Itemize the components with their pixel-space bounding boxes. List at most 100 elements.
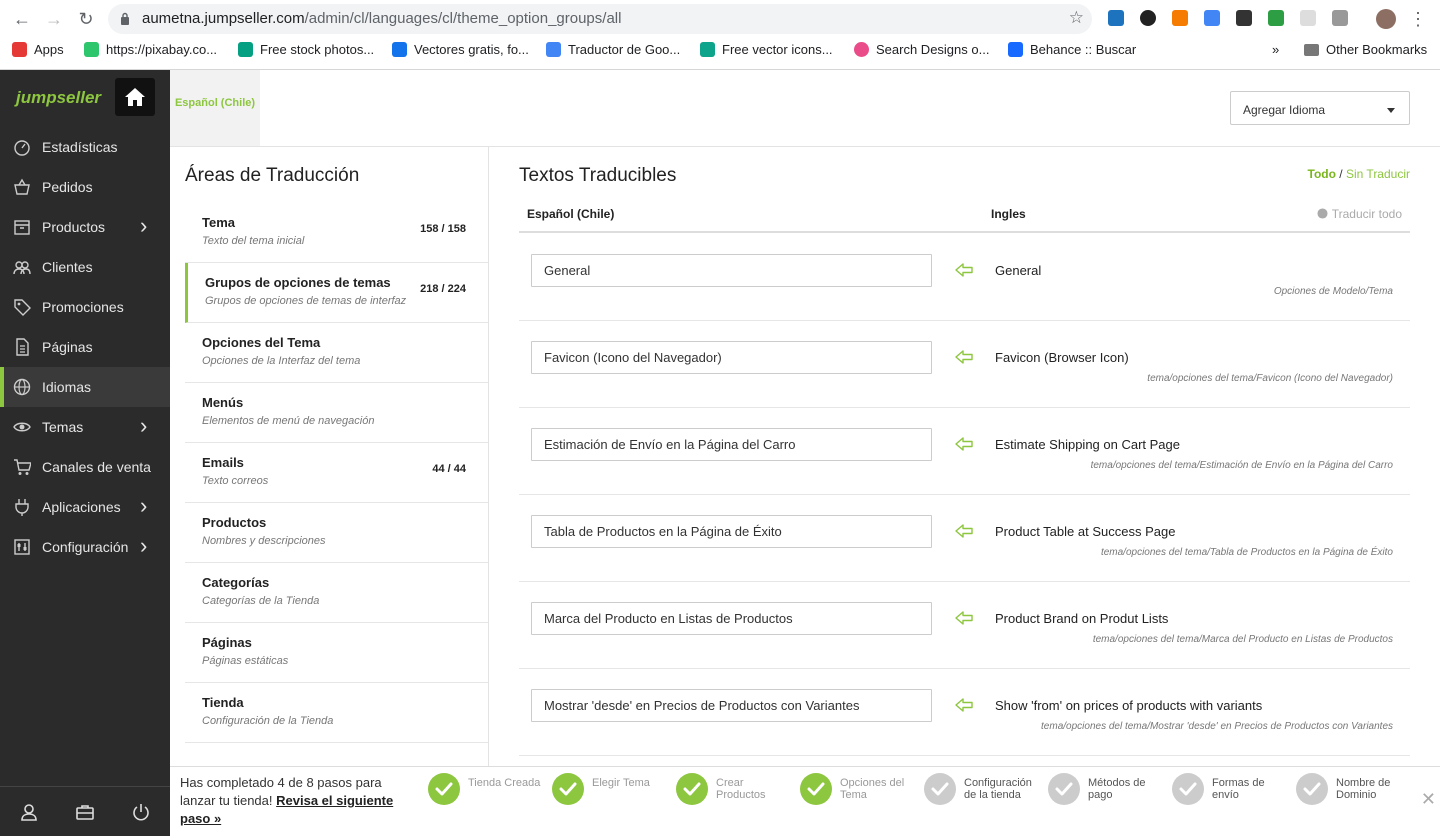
jumpseller-logo[interactable]: jumpseller (16, 88, 101, 108)
extension-plug-icon[interactable] (1332, 10, 1348, 26)
area-subtitle: Grupos de opciones de temas de interfaz (205, 295, 407, 307)
texts-filter: Todo / Sin Traducir (1308, 167, 1411, 181)
gauge-icon (14, 140, 30, 156)
check-icon (807, 782, 825, 796)
filter-untranslated-link[interactable]: Sin Traducir (1346, 167, 1410, 181)
bookmark-label: Free stock photos... (260, 42, 375, 57)
area-subtitle: Nombres y descripciones (202, 535, 326, 547)
bookmark-item[interactable]: https://pixabay.co... (84, 42, 217, 57)
extension-k-icon[interactable] (1140, 10, 1156, 26)
translation-area-item[interactable]: Categorías Categorías de la Tienda (185, 563, 488, 623)
translation-area-item[interactable]: Menús Elementos de menú de navegación (185, 383, 488, 443)
extension-chart-icon[interactable] (1172, 10, 1188, 26)
translation-area-item[interactable]: Tema Texto del tema inicial 158 / 158 (185, 203, 488, 263)
area-title: Emails (202, 455, 244, 470)
bookmark-item[interactable]: Apps (12, 42, 64, 57)
sidebar-item-label: Canales de venta (42, 459, 151, 475)
check-icon (1179, 782, 1197, 796)
power-icon[interactable] (131, 802, 151, 822)
text-source-path: tema/opciones del tema/Favicon (Icono de… (1147, 373, 1393, 384)
translation-areas-panel: Áreas de Traducción Tema Texto del tema i… (170, 146, 489, 766)
bookmark-item[interactable]: Free stock photos... (238, 42, 374, 57)
translation-area-item[interactable]: Opciones del Tema Opciones de la Interfaz… (185, 323, 488, 383)
translation-row: Favicon (Browser Icon) tema/opciones del … (519, 321, 1410, 408)
onboarding-step-label: Configuración de la tienda (964, 777, 1032, 801)
sidebar-item-productos[interactable]: Productos › (0, 207, 170, 247)
sidebar-item-canales-de-venta[interactable]: Canales de venta (0, 447, 170, 487)
translate-all-button[interactable]: Traducir todo (1317, 207, 1402, 221)
copy-original-arrow-icon[interactable] (955, 523, 973, 539)
extension-translate-icon[interactable] (1204, 10, 1220, 26)
sidebar-item-temas[interactable]: Temas › (0, 407, 170, 447)
bookmark-item[interactable]: Traductor de Goo... (546, 42, 680, 57)
translation-input[interactable] (531, 428, 932, 461)
home-button[interactable] (115, 78, 155, 116)
translation-input[interactable] (531, 515, 932, 548)
browser-toolbar: ← → ↻ aumetna.jumpseller.com/admin/cl/la… (0, 0, 1440, 38)
sidebar-item-pedidos[interactable]: Pedidos (0, 167, 170, 207)
text-source-path: tema/opciones del tema/Estimación de Env… (1090, 460, 1393, 471)
freepik-icon (392, 42, 407, 57)
translation-input[interactable] (531, 602, 932, 635)
original-text: Show 'from' on prices of products with v… (995, 698, 1263, 713)
translation-input[interactable] (531, 689, 932, 722)
page-icon (16, 338, 29, 356)
translation-row: General Opciones de Modelo/Tema (519, 234, 1410, 321)
sidebar-item-aplicaciones[interactable]: Aplicaciones › (0, 487, 170, 527)
add-language-select[interactable]: Agregar Idioma (1230, 91, 1410, 125)
basket-icon (14, 178, 30, 195)
translation-area-item[interactable]: Tienda Configuración de la Tienda (185, 683, 488, 743)
onboarding-step-label: Métodos de pago (1088, 777, 1146, 801)
check-icon (1303, 782, 1321, 796)
profile-avatar[interactable] (1376, 9, 1396, 29)
filter-all-link[interactable]: Todo (1308, 167, 1336, 181)
sidebar-item-p-ginas[interactable]: Páginas (0, 327, 170, 367)
address-bar[interactable]: aumetna.jumpseller.com/admin/cl/language… (108, 4, 1092, 34)
bookmark-item[interactable]: Free vector icons... (700, 42, 833, 57)
forward-icon[interactable]: → (44, 9, 64, 29)
copy-original-arrow-icon[interactable] (955, 697, 973, 713)
browser-menu-icon[interactable]: ⋮ (1408, 9, 1428, 29)
copy-original-arrow-icon[interactable] (955, 436, 973, 452)
bookmark-item[interactable]: Vectores gratis, fo... (392, 42, 529, 57)
extension-shield-icon[interactable] (1236, 10, 1252, 26)
other-bookmarks[interactable]: Other Bookmarks (1304, 42, 1427, 57)
sidebar-item-estad-sticas[interactable]: Estadísticas (0, 127, 170, 167)
reload-icon[interactable]: ↻ (76, 9, 96, 29)
lock-icon (121, 12, 129, 25)
sidebar-item-label: Clientes (42, 259, 93, 275)
area-title: Páginas (202, 635, 252, 650)
sidebar-item-configuraci-n[interactable]: Configuración › (0, 527, 170, 567)
translation-input[interactable] (531, 341, 932, 374)
admin-sidebar: jumpseller Estadísticas Pedidos Productos ›… (0, 70, 170, 836)
sidebar-item-idiomas[interactable]: Idiomas (0, 367, 170, 407)
area-title: Grupos de opciones de temas (205, 275, 391, 290)
copy-original-arrow-icon[interactable] (955, 349, 973, 365)
bookmark-item[interactable]: Search Designs o... (854, 42, 989, 57)
translation-area-item[interactable]: Productos Nombres y descripciones (185, 503, 488, 563)
translation-area-item[interactable]: Páginas Páginas estáticas (185, 623, 488, 683)
translation-area-item[interactable]: Grupos de opciones de temas Grupos de opc… (185, 263, 488, 323)
area-count: 218 / 224 (420, 283, 466, 295)
tab-language-es-cl[interactable]: Español (Chile) (170, 70, 260, 146)
copy-original-arrow-icon[interactable] (955, 262, 973, 278)
step-status-icon (552, 773, 584, 805)
user-icon[interactable] (19, 802, 39, 822)
box-icon (14, 220, 30, 235)
bookmark-item[interactable]: Behance :: Buscar (1008, 42, 1136, 57)
close-icon[interactable]: ✕ (1421, 789, 1436, 810)
translation-input[interactable] (531, 254, 932, 287)
extension-grid-icon[interactable] (1300, 10, 1316, 26)
copy-original-arrow-icon[interactable] (955, 610, 973, 626)
back-icon[interactable]: ← (12, 9, 32, 29)
area-subtitle: Texto correos (202, 475, 269, 487)
extension-s-icon[interactable] (1108, 10, 1124, 26)
sidebar-item-promociones[interactable]: Promociones (0, 287, 170, 327)
bookmark-star-icon[interactable]: ☆ (1069, 8, 1084, 28)
sidebar-item-clientes[interactable]: Clientes (0, 247, 170, 287)
extension-check-icon[interactable] (1268, 10, 1284, 26)
briefcase-icon[interactable] (75, 802, 95, 822)
check-icon (931, 782, 949, 796)
translation-area-item[interactable]: Emails Texto correos 44 / 44 (185, 443, 488, 503)
bookmarks-overflow[interactable]: » (1272, 42, 1279, 57)
